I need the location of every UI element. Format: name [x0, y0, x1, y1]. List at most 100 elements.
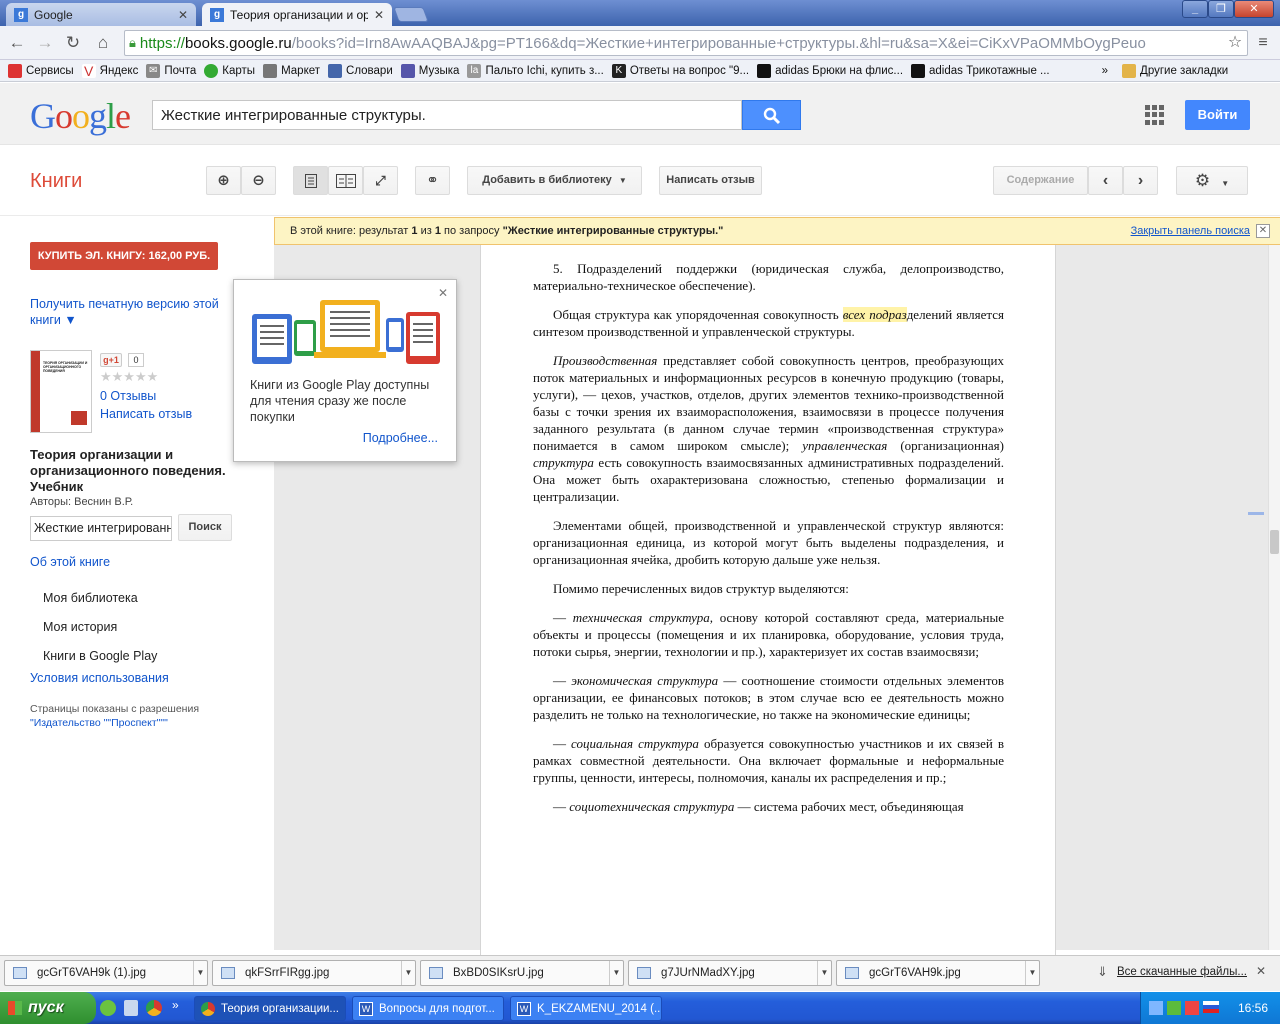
download-item[interactable]: qkFSrrFIRgg.jpg ▼: [212, 960, 416, 986]
bookmark-item[interactable]: Словари: [328, 63, 393, 78]
dropdown-arrow-icon[interactable]: ▼: [401, 961, 415, 985]
back-icon[interactable]: ←: [6, 32, 28, 54]
folder-icon: [1122, 63, 1137, 78]
minimize-button[interactable]: _: [1182, 0, 1208, 18]
inbook-search-input[interactable]: Жесткие интегрированн: [30, 516, 172, 541]
download-item[interactable]: gcGrT6VAH9k.jpg ▼: [836, 960, 1040, 986]
quicklaunch-utorrent-icon[interactable]: [100, 1000, 116, 1016]
quicklaunch-chrome-icon[interactable]: [146, 1000, 162, 1016]
image-file-icon: [637, 967, 651, 979]
zoom-in-button[interactable]: ⊕: [206, 166, 241, 195]
menu-my-library[interactable]: Моя библиотека: [43, 591, 138, 605]
music-icon: [400, 63, 415, 78]
search-input[interactable]: Жесткие интегрированные структуры.: [152, 100, 742, 130]
tab-book[interactable]: g Теория организации и орга ✕: [202, 3, 392, 26]
buy-ebook-button[interactable]: КУПИТЬ ЭЛ. КНИГУ: 162,00 РУБ.: [30, 242, 218, 270]
close-tab-icon[interactable]: ✕: [374, 8, 384, 22]
publisher-link[interactable]: "Издательство ""Проспект""": [30, 717, 168, 729]
dropdown-arrow-icon[interactable]: ▼: [193, 961, 207, 985]
menu-google-play-books[interactable]: Книги в Google Play: [43, 649, 157, 663]
close-icon[interactable]: ✕: [1256, 224, 1270, 238]
menu-my-history[interactable]: Моя история: [43, 620, 117, 634]
network-icon[interactable]: [1149, 1001, 1163, 1015]
prev-page-button[interactable]: ‹: [1088, 166, 1123, 195]
task-chrome[interactable]: Теория организации...: [194, 996, 346, 1021]
task-word-1[interactable]: W Вопросы для подгот...: [352, 996, 504, 1021]
fullscreen-button[interactable]: ⤢: [363, 166, 398, 195]
close-window-button[interactable]: ✕: [1234, 0, 1274, 18]
gplus-button[interactable]: g+1: [100, 353, 122, 367]
dropdown-arrow-icon[interactable]: ▼: [1025, 961, 1039, 985]
quicklaunch-overflow[interactable]: »: [172, 998, 179, 1012]
market-icon: [263, 63, 278, 78]
apps-icon: [8, 63, 22, 78]
print-version-link[interactable]: Получить печатную версию этой книги ▼: [30, 296, 230, 328]
paragraph: — социальная структура образуется совоку…: [533, 736, 1004, 785]
download-item[interactable]: g7JUrNMadXY.jpg ▼: [628, 960, 832, 986]
link-button[interactable]: ⚭: [415, 166, 450, 195]
clock[interactable]: 16:56: [1238, 1001, 1268, 1015]
apps-grid-icon[interactable]: [1145, 105, 1165, 125]
other-bookmarks[interactable]: Другие закладки: [1122, 63, 1228, 78]
bookmark-item[interactable]: V Яндекс: [81, 63, 138, 78]
write-review-link[interactable]: Написать отзыв: [100, 407, 192, 421]
zoom-out-button[interactable]: ⊖: [241, 166, 276, 195]
bookmark-item[interactable]: Карты: [204, 63, 255, 78]
terms-link[interactable]: Условия использования: [30, 671, 169, 685]
bookmark-item[interactable]: adidas Трикотажные ...: [911, 63, 1050, 78]
search-button[interactable]: [742, 100, 801, 130]
two-page-view-button[interactable]: [328, 166, 363, 195]
close-tab-icon[interactable]: ✕: [178, 8, 188, 22]
reviews-link[interactable]: 0 Отзывы: [100, 389, 156, 403]
dropdown-arrow-icon[interactable]: ▼: [817, 961, 831, 985]
close-search-panel-link[interactable]: Закрыть панель поиска: [1131, 225, 1250, 237]
signin-button[interactable]: Войти: [1185, 100, 1250, 130]
bookmarks-overflow-button[interactable]: »: [1102, 65, 1108, 77]
inbook-search-button[interactable]: Поиск: [178, 514, 232, 541]
add-to-library-button[interactable]: Добавить в библиотеку ▼: [467, 166, 642, 195]
learn-more-link[interactable]: Подробнее...: [363, 431, 438, 445]
download-item[interactable]: gcGrT6VAH9k (1).jpg ▼: [4, 960, 208, 986]
reload-icon[interactable]: ↻: [62, 32, 84, 54]
dropdown-arrow-icon[interactable]: ▼: [609, 961, 623, 985]
bookmark-item[interactable]: la Пальто Ichi, купить з...: [467, 63, 604, 78]
write-review-button[interactable]: Написать отзыв: [659, 166, 762, 195]
image-file-icon: [221, 967, 235, 979]
bookmark-item[interactable]: Маркет: [263, 63, 320, 78]
home-icon[interactable]: ⌂: [92, 32, 114, 54]
address-bar[interactable]: 🔒︎ https:// books.google.ru /books?id=Ir…: [124, 30, 1248, 56]
scrollbar-thumb[interactable]: [1270, 530, 1279, 554]
task-word-2[interactable]: W K_EKZAMENU_2014 (...: [510, 996, 662, 1021]
language-flag-icon[interactable]: [1203, 1001, 1219, 1013]
bookmark-item[interactable]: ✉ Почта: [146, 63, 196, 78]
settings-button[interactable]: ⚙ ▼: [1176, 166, 1248, 195]
new-tab-button[interactable]: [393, 7, 429, 22]
cover-title: ТЕОРИЯ ОРГАНИЗАЦИИ И ОРГАНИЗАЦИОННОГО ПО…: [43, 361, 88, 373]
forward-icon[interactable]: →: [34, 32, 56, 54]
tab-google[interactable]: g Google ✕: [6, 3, 196, 26]
all-downloads-link[interactable]: Все скачанные файлы...: [1117, 966, 1247, 978]
bookmark-item[interactable]: K Ответы на вопрос "9...: [611, 63, 749, 78]
about-book-link[interactable]: Об этой книге: [30, 555, 110, 569]
antivirus-icon[interactable]: [1185, 1001, 1199, 1015]
menu-icon[interactable]: ≡: [1252, 32, 1274, 54]
single-page-view-button[interactable]: [293, 166, 328, 195]
google-logo[interactable]: Google: [30, 95, 131, 137]
vertical-scrollbar[interactable]: [1268, 245, 1280, 950]
tray-icons[interactable]: [1149, 1001, 1219, 1015]
start-button[interactable]: пуск: [0, 992, 96, 1024]
bookmark-item[interactable]: adidas Брюки на флис...: [757, 63, 903, 78]
close-icon[interactable]: ✕: [1256, 964, 1266, 978]
download-tray-icon[interactable]: [1167, 1001, 1181, 1015]
books-title[interactable]: Книги: [30, 170, 82, 193]
bookmark-item[interactable]: Музыка: [400, 63, 459, 78]
download-item[interactable]: BxBD0SIKsrU.jpg ▼: [420, 960, 624, 986]
google-favicon-icon: g: [210, 7, 224, 22]
next-page-button[interactable]: ›: [1123, 166, 1158, 195]
maximize-button[interactable]: ❐: [1208, 0, 1234, 18]
contents-button[interactable]: Содержание: [993, 166, 1088, 195]
quicklaunch-media-icon[interactable]: [124, 1000, 138, 1016]
book-cover[interactable]: ТЕОРИЯ ОРГАНИЗАЦИИ И ОРГАНИЗАЦИОННОГО ПО…: [30, 350, 92, 433]
bookmark-star-icon[interactable]: ☆: [1224, 32, 1246, 54]
bookmark-item[interactable]: Сервисы: [8, 63, 74, 78]
